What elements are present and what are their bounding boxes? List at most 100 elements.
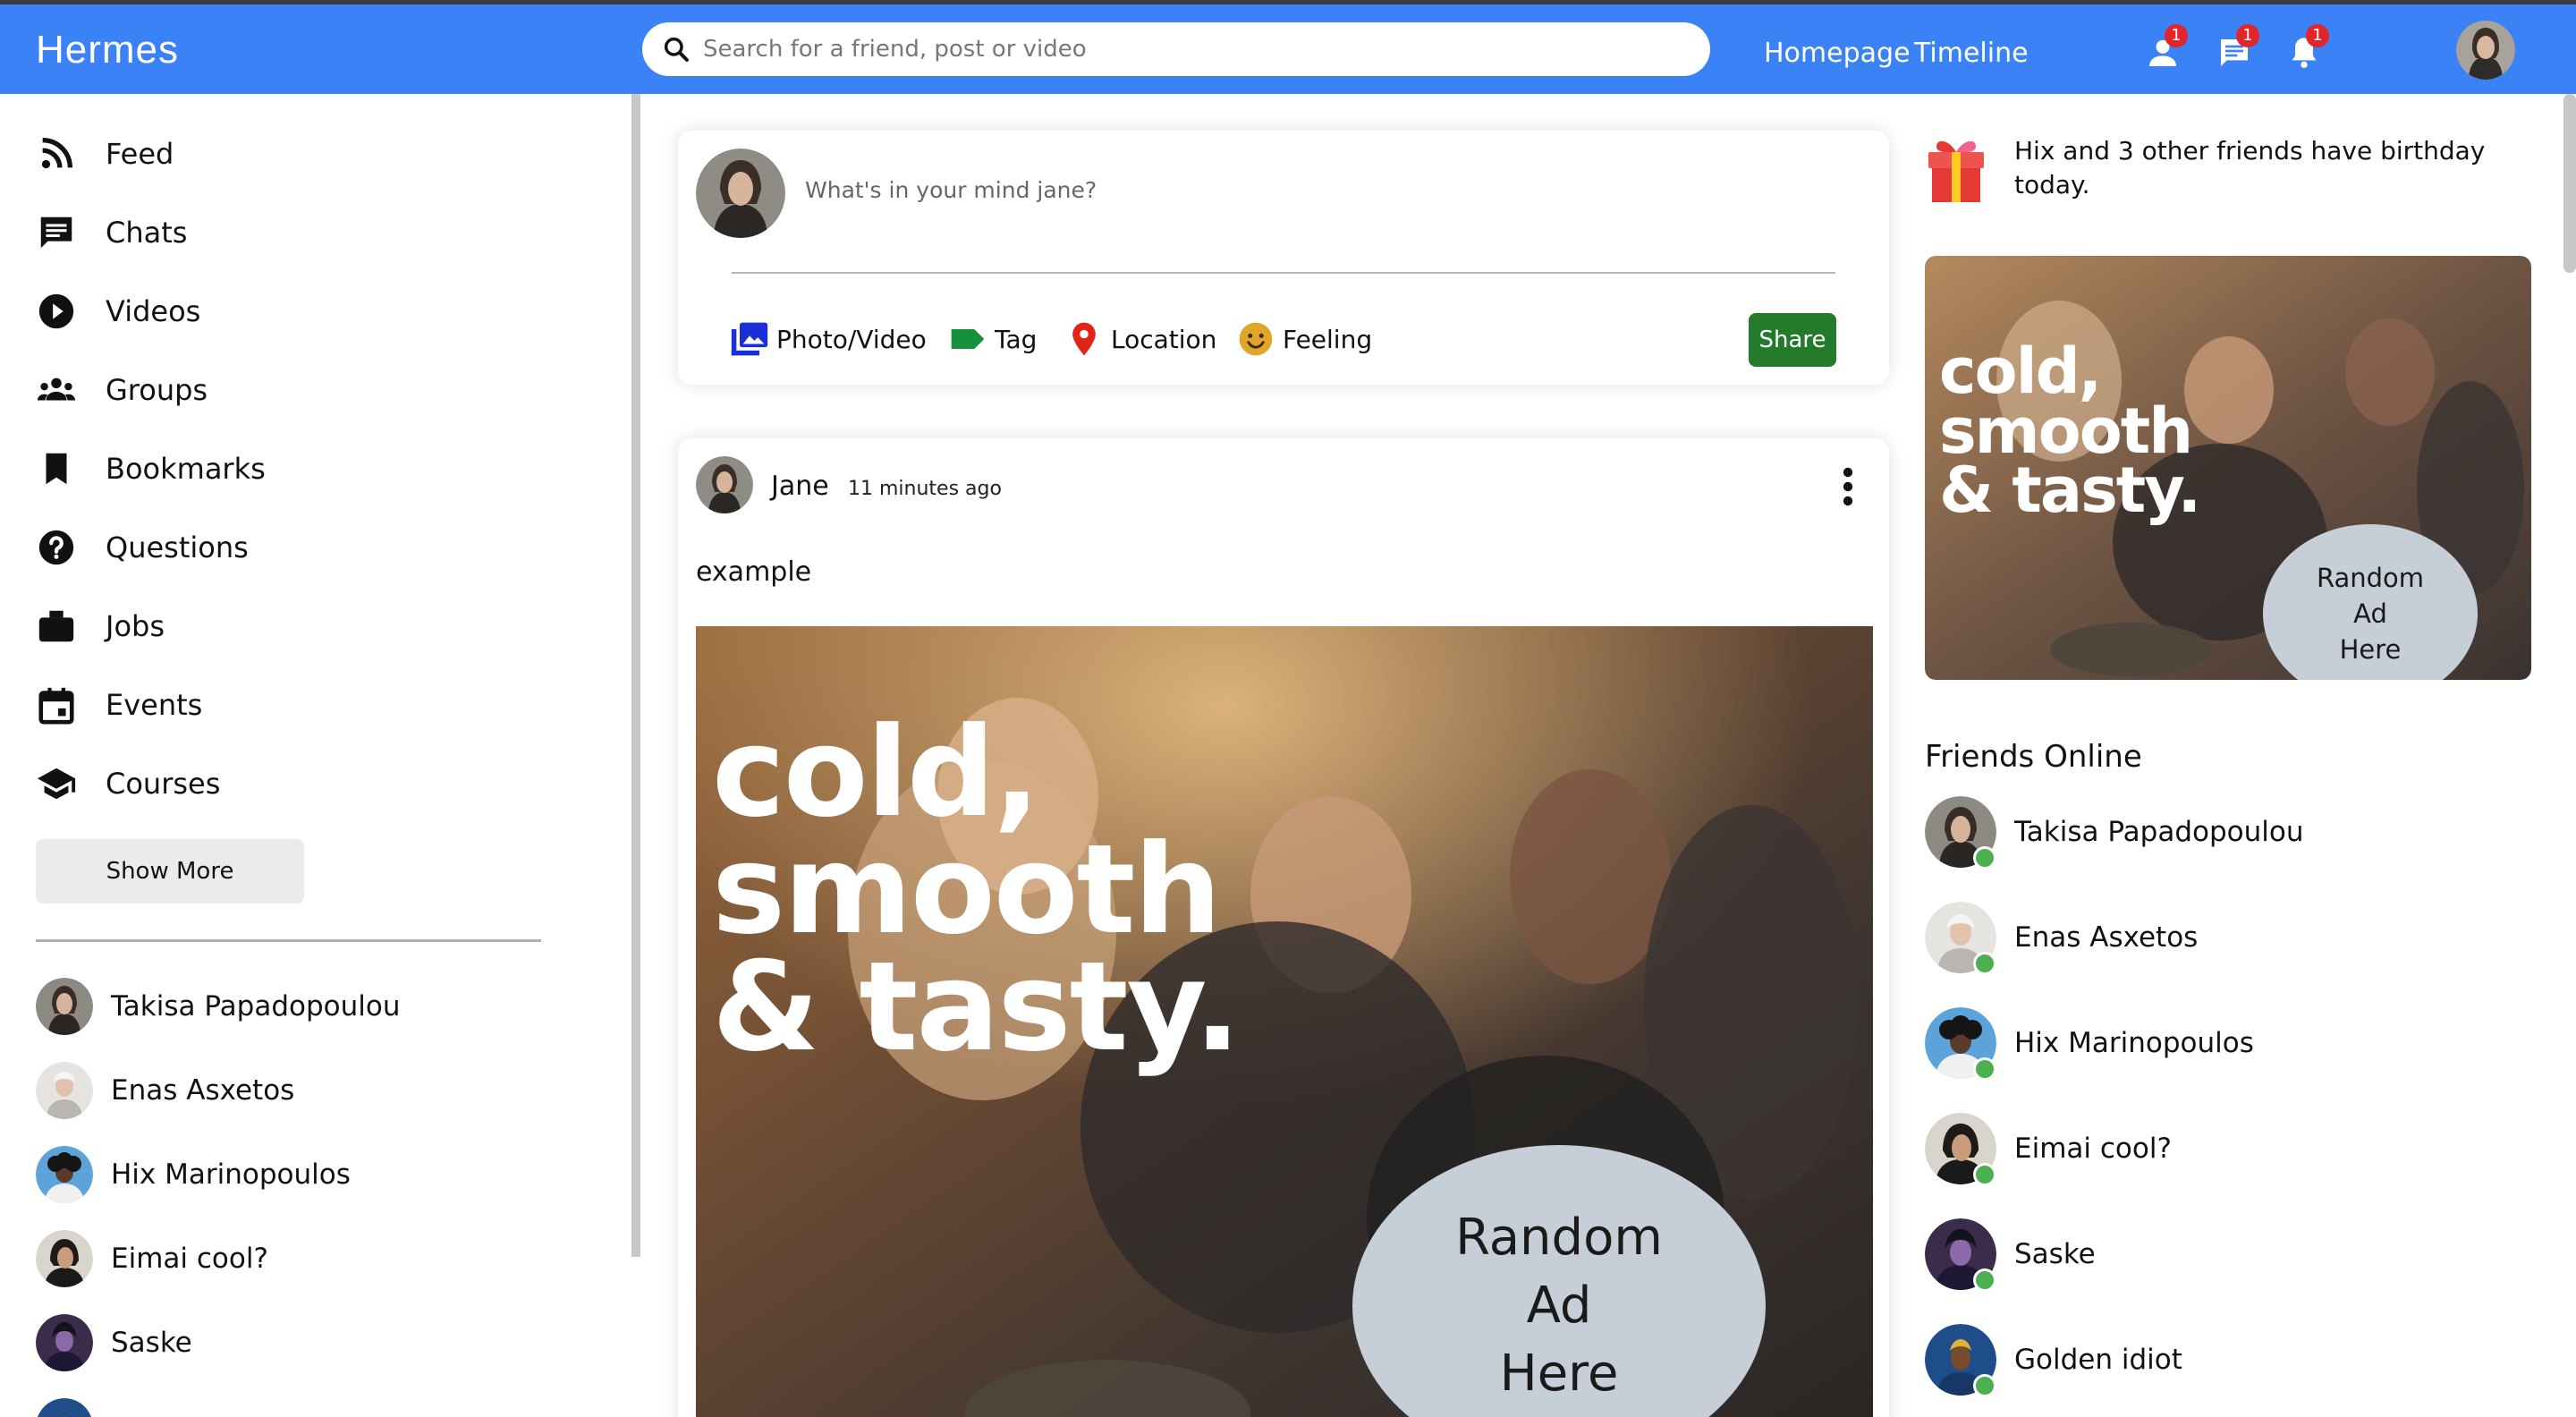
sidebar-item-bookmarks[interactable]: Bookmarks — [36, 442, 266, 496]
messages-button[interactable]: 1 — [2209, 24, 2259, 74]
friend-name: Takisa Papadopoulou — [2014, 816, 2304, 848]
chat-icon — [40, 216, 72, 249]
sidebar-item-feed[interactable]: Feed — [36, 127, 174, 181]
messages-badge: 1 — [2236, 24, 2259, 47]
sidebar-item-videos[interactable]: Videos — [36, 284, 200, 338]
friends-online-title: Friends Online — [1925, 739, 2142, 775]
friend-avatar — [36, 1314, 93, 1371]
ad-slogan-line: cold, — [1939, 335, 2102, 408]
sidebar-friend[interactable] — [36, 1398, 93, 1417]
ad-slogan: cold, smooth & tasty. — [712, 700, 1241, 1080]
photo-video-label: Photo/Video — [776, 324, 927, 354]
friend-avatar — [36, 1398, 93, 1417]
ad-slogan-line: smooth — [712, 818, 1222, 963]
sidebar-item-questions[interactable]: Questions — [36, 521, 249, 574]
online-friend-avatar — [1925, 1218, 1996, 1292]
ad-bubble-line: Here — [1499, 1345, 1619, 1403]
ad-slogan-line: & tasty. — [712, 935, 1241, 1080]
sidebar-friend[interactable]: Hix Marinopoulos — [36, 1146, 351, 1203]
sidebar-item-label: Chats — [106, 216, 188, 250]
timeline-link[interactable]: Timeline — [1914, 38, 2029, 69]
online-status-dot — [1973, 1057, 1996, 1081]
sidebar-item-label: Feed — [106, 137, 174, 171]
online-friend[interactable]: Saske — [1925, 1218, 2096, 1292]
online-status-dot — [1973, 1374, 1996, 1397]
label-tag-icon — [951, 329, 985, 349]
friend-requests-badge: 1 — [2165, 24, 2188, 47]
online-friend[interactable]: Enas Asxetos — [1925, 902, 2199, 975]
post-image[interactable]: cold, smooth & tasty. Random Ad Here — [696, 626, 1873, 1417]
user-avatar — [696, 148, 785, 238]
sidebar-item-chats[interactable]: Chats — [36, 206, 187, 259]
ad-slogan-line: cold, — [712, 700, 1040, 844]
sidebar-friend[interactable]: Enas Asxetos — [36, 1062, 294, 1119]
online-friend-avatar — [1925, 902, 1996, 975]
notifications-button[interactable]: 1 — [2279, 24, 2329, 74]
location-label: Location — [1111, 324, 1217, 354]
sidebar-item-groups[interactable]: Groups — [36, 363, 208, 417]
show-more-button[interactable]: Show More — [36, 839, 304, 904]
search-bar[interactable] — [642, 22, 1710, 76]
sidebar-item-events[interactable]: Events — [36, 678, 202, 732]
friend-name: Enas Asxetos — [111, 1074, 295, 1107]
top-bar: Hermes Homepage Timeline 1 1 1 — [0, 4, 2576, 94]
friend-name: Eimai cool? — [2014, 1133, 2172, 1165]
tag-label: Tag — [995, 324, 1038, 354]
online-friend-avatar — [1925, 1324, 1996, 1397]
online-friend[interactable]: Golden idiot — [1925, 1324, 2182, 1397]
friend-name: Saske — [111, 1327, 192, 1359]
app-logo[interactable]: Hermes — [36, 28, 179, 72]
sidebar-item-label: Groups — [106, 373, 208, 407]
photo-video-option[interactable]: Photo/Video — [730, 317, 927, 361]
sponsored-ad[interactable]: cold, smooth & tasty. Random Ad Here — [1925, 256, 2531, 680]
online-friend[interactable]: Hix Marinopoulos — [1925, 1007, 2254, 1081]
online-status-dot — [1973, 952, 1996, 975]
sidebar-friend[interactable]: Saske — [36, 1314, 192, 1371]
ad-bubble-line: Ad — [2353, 598, 2387, 629]
briefcase-icon — [38, 610, 74, 642]
share-button[interactable]: Share — [1749, 313, 1836, 367]
friend-name: Saske — [2014, 1238, 2096, 1270]
online-friend-avatar — [1925, 1113, 1996, 1186]
homepage-link[interactable]: Homepage — [1764, 38, 1911, 69]
ad-slogan-line: & tasty. — [1939, 454, 2201, 527]
online-friend-avatar — [1925, 1007, 1996, 1081]
page-scrollbar[interactable] — [2563, 94, 2576, 273]
app: Hermes Homepage Timeline 1 1 1 — [0, 0, 2576, 1417]
sidebar-divider — [36, 939, 541, 942]
smiley-face-icon — [1239, 322, 1273, 356]
sidebar-item-label: Questions — [106, 530, 249, 564]
friend-avatar — [36, 978, 93, 1035]
sidebar-item-jobs[interactable]: Jobs — [36, 599, 165, 653]
sidebar-scrollbar[interactable] — [631, 94, 640, 1257]
post-card: Jane 11 minutes ago example cold, smooth… — [678, 438, 1889, 1417]
ad-slogan-line: smooth — [1939, 394, 2193, 468]
groups-icon — [37, 378, 76, 401]
sidebar-friend[interactable]: Takisa Papadopoulou — [36, 978, 401, 1035]
online-friend[interactable]: Eimai cool? — [1925, 1113, 2172, 1186]
feeling-option[interactable]: Feeling — [1236, 317, 1372, 361]
ad-bubble-line: Random — [2316, 563, 2425, 593]
post-composer-input[interactable] — [805, 177, 1834, 203]
ad-slogan: cold, smooth & tasty. — [1939, 335, 2201, 527]
sidebar-item-label: Events — [106, 688, 203, 722]
location-option[interactable]: Location — [1064, 317, 1216, 361]
more-options-icon[interactable] — [1837, 467, 1859, 506]
bookmark-icon — [46, 453, 67, 485]
profile-avatar[interactable] — [2456, 21, 2515, 80]
help-circle-icon — [38, 530, 74, 565]
online-friend[interactable]: Takisa Papadopoulou — [1925, 796, 2304, 870]
online-status-dot — [1973, 846, 1996, 870]
friend-name: Eimai cool? — [111, 1243, 268, 1275]
sidebar-friend[interactable]: Eimai cool? — [36, 1230, 268, 1287]
sidebar-item-courses[interactable]: Courses — [36, 757, 220, 810]
birthday-notice: Hix and 3 other friends have birthday to… — [2014, 136, 2486, 199]
post-author-avatar[interactable] — [696, 456, 753, 513]
graduation-cap-icon — [37, 768, 76, 800]
friend-name: Enas Asxetos — [2014, 921, 2199, 954]
friend-requests-button[interactable]: 1 — [2138, 24, 2188, 74]
search-input[interactable] — [703, 36, 1687, 63]
tag-option[interactable]: Tag — [948, 317, 1037, 361]
friend-avatar — [36, 1230, 93, 1287]
post-author-name[interactable]: Jane — [771, 471, 829, 502]
